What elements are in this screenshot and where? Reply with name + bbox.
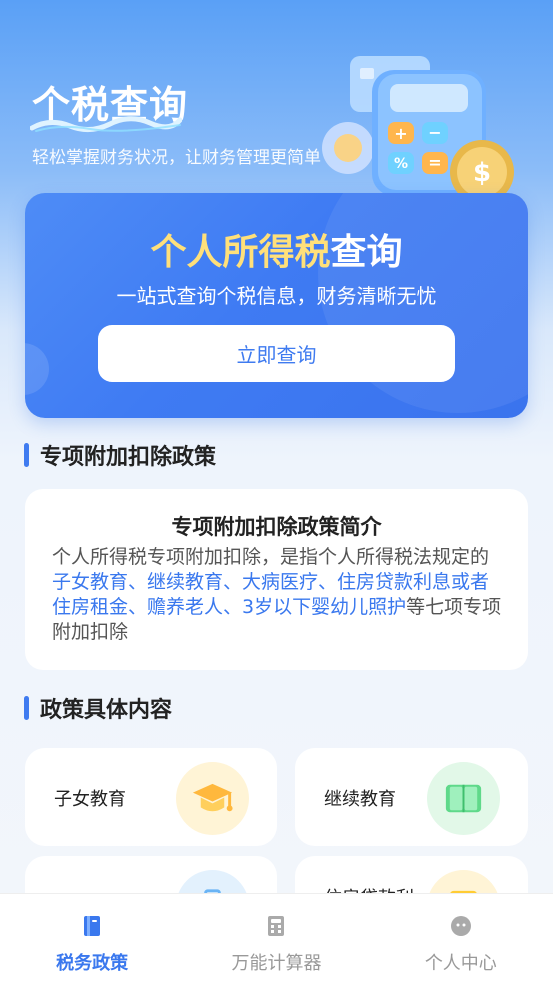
banner-title-highlight: 个人所得税 <box>150 232 331 273</box>
app-subtitle: 轻松掌握财务状况，让财务管理更简单 <box>32 148 321 168</box>
header: 个税查询 轻松掌握财务状况，让财务管理更简单 + − % = $ <box>0 0 553 204</box>
policy-item-continuing-education[interactable]: 继续教育 <box>295 748 528 846</box>
svg-text:+: + <box>394 124 407 143</box>
tab-calculator[interactable]: 万能计算器 <box>184 894 368 983</box>
svg-text:−: − <box>428 123 441 142</box>
query-now-button[interactable]: 立即查询 <box>98 325 455 382</box>
svg-text:=: = <box>428 153 441 172</box>
section-title-deductions: 专项附加扣除政策 <box>24 442 217 470</box>
book-icon <box>427 762 500 835</box>
section-accent-bar <box>24 443 29 467</box>
banner-decoration <box>25 343 49 395</box>
title-underline-decoration <box>30 116 182 132</box>
tab-personal-center[interactable]: 个人中心 <box>369 894 553 983</box>
section-title-policy-content: 政策具体内容 <box>24 695 173 723</box>
tab-label: 个人中心 <box>424 953 497 974</box>
policy-item-children-education[interactable]: 子女教育 <box>25 748 277 846</box>
svg-text:%: % <box>394 156 408 172</box>
bottom-tab-bar: 税务政策 万能计算器 个人中心 <box>0 893 553 983</box>
banner-title: 个人所得税查询 <box>25 223 528 275</box>
intro-text-part: 个人所得税专项附加扣除，是指个人所得税法规定的 <box>52 546 490 568</box>
tax-query-banner: 个人所得税查询 一站式查询个税信息，财务清晰无忧 立即查询 <box>25 193 528 418</box>
svg-text:$: $ <box>473 158 491 188</box>
banner-title-rest: 查询 <box>330 232 403 273</box>
banner-subtitle: 一站式查询个税信息，财务清晰无忧 <box>116 284 437 308</box>
calculator-icon <box>268 916 285 936</box>
policy-intro-title: 专项附加扣除政策简介 <box>171 515 382 539</box>
tab-label: 税务政策 <box>56 953 129 974</box>
tab-label: 万能计算器 <box>231 953 322 974</box>
tab-tax-policy[interactable]: 税务政策 <box>0 894 184 983</box>
policy-intro-card[interactable]: 专项附加扣除政策简介 个人所得税专项附加扣除，是指个人所得税法规定的子女教育、继… <box>25 489 528 670</box>
user-icon <box>450 916 471 936</box>
policy-intro-text: 个人所得税专项附加扣除，是指个人所得税法规定的子女教育、继续教育、大病医疗、住房… <box>52 545 504 645</box>
graduation-cap-icon <box>176 762 249 835</box>
section-title-text: 政策具体内容 <box>40 698 173 723</box>
policy-item-label: 子女教育 <box>54 789 126 810</box>
policy-item-label: 继续教育 <box>324 789 396 810</box>
calculator-illustration: + − % = $ <box>322 56 514 204</box>
section-accent-bar <box>24 696 29 720</box>
policy-book-icon <box>84 916 101 936</box>
section-title-text: 专项附加扣除政策 <box>40 445 217 470</box>
